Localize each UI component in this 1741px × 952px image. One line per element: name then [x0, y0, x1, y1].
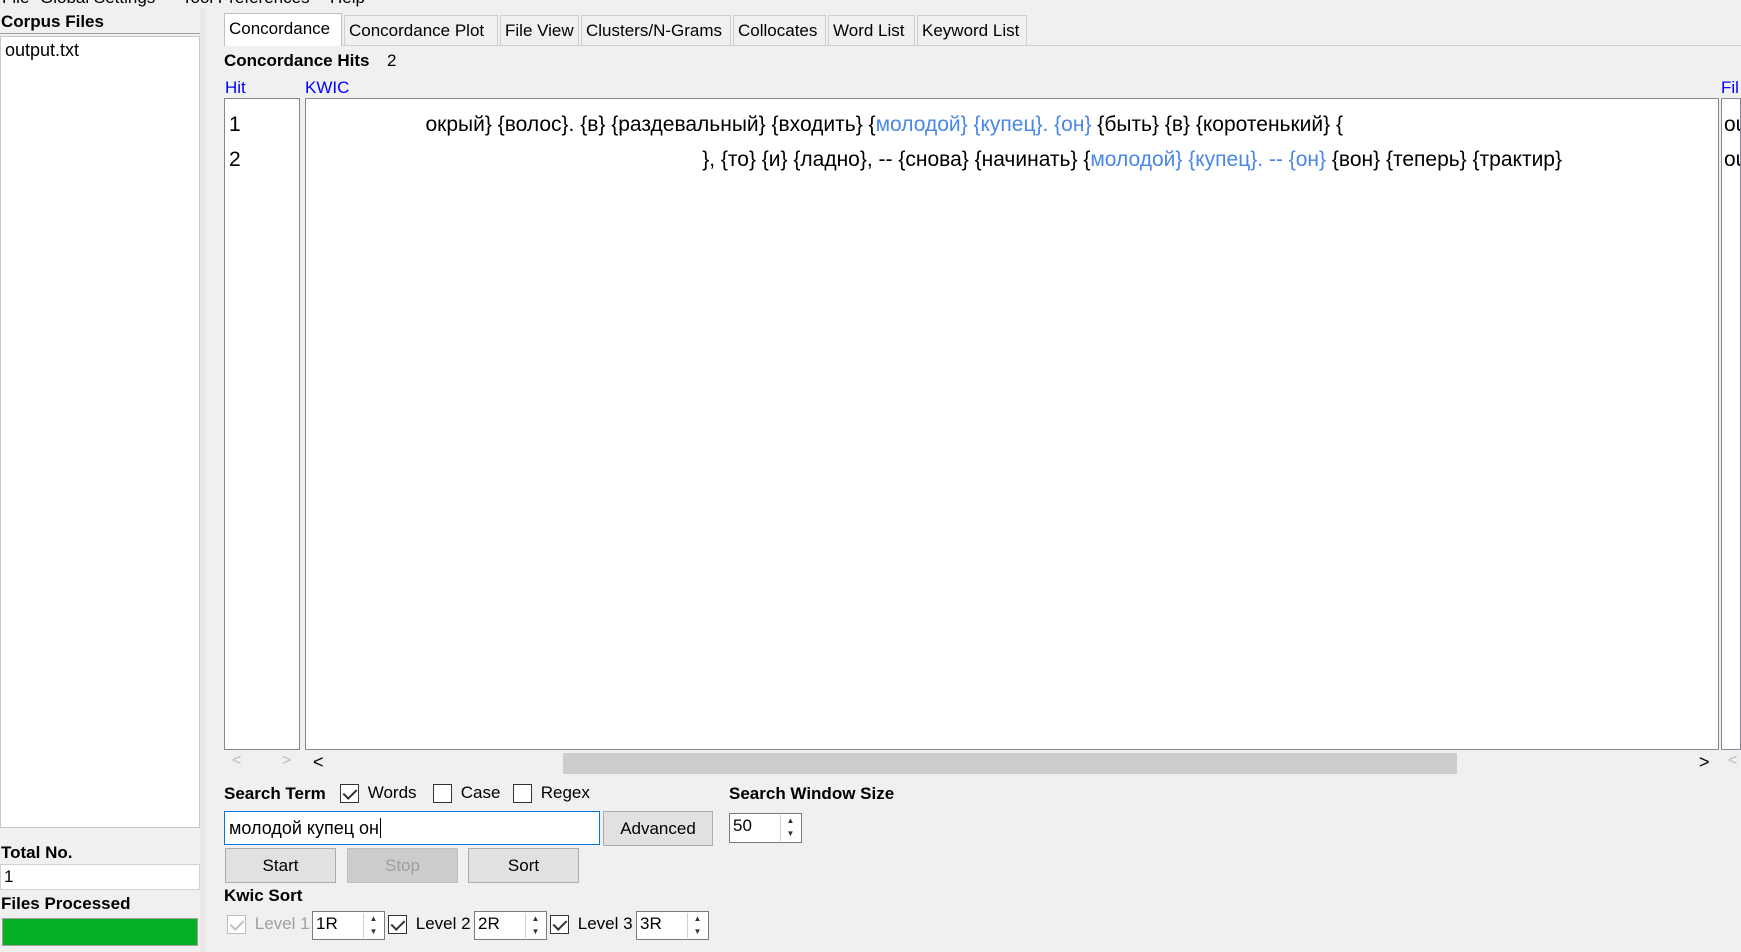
words-checkbox-group[interactable]: Words: [340, 783, 417, 804]
search-window-size-label: Search Window Size: [729, 784, 895, 803]
regex-label: Regex: [540, 783, 590, 802]
menu-bar: File Global Settings Tool Preferences He…: [0, 0, 1741, 8]
spin-up-icon[interactable]: ▲: [688, 913, 707, 926]
kwic-keyword: молодой} {купец}. -- {он}: [1090, 148, 1327, 171]
level-3-value: 3R: [640, 914, 662, 933]
level-1-spinner[interactable]: 1R ▲ ▼: [312, 911, 385, 940]
words-checkbox[interactable]: [340, 784, 359, 804]
scroll-left-icon[interactable]: <: [232, 752, 241, 770]
case-checkbox-group[interactable]: Case: [433, 783, 501, 804]
tab-keyword-list[interactable]: Keyword List: [917, 15, 1027, 45]
scroll-left-icon[interactable]: <: [313, 752, 324, 773]
corpus-file-item[interactable]: output.txt: [1, 37, 199, 64]
stop-button[interactable]: Stop: [347, 848, 458, 883]
scroll-right-icon[interactable]: >: [282, 752, 291, 770]
spin-up-icon[interactable]: ▲: [364, 913, 383, 926]
spin-down-icon[interactable]: ▼: [526, 926, 545, 939]
regex-checkbox-group[interactable]: Regex: [513, 783, 590, 804]
menu-tool-preferences[interactable]: Tool Preferences: [182, 0, 310, 8]
tab-file-view[interactable]: File View: [500, 15, 579, 45]
file-scrollbar[interactable]: <: [1726, 752, 1741, 774]
level-1-checkbox[interactable]: [227, 915, 246, 935]
scroll-left-icon[interactable]: <: [1728, 752, 1737, 770]
spin-up-icon[interactable]: ▲: [526, 913, 545, 926]
file-pane[interactable]: ou ou: [1721, 98, 1741, 750]
menu-global-settings[interactable]: Global Settings: [40, 0, 155, 8]
divider: [0, 33, 200, 34]
kwic-column-header[interactable]: KWIC: [305, 78, 349, 98]
file-cell: ou: [1724, 113, 1740, 136]
sort-level-1[interactable]: Level 1: [227, 914, 310, 935]
level-2-label: Level 2: [415, 914, 471, 933]
kwic-right-context: {быть} {в} {коротенький} {: [1091, 113, 1343, 136]
tab-collocates[interactable]: Collocates: [733, 15, 826, 45]
corpus-files-label: Corpus Files: [1, 12, 104, 31]
hit-number: 1: [229, 113, 241, 136]
concordance-hits-label: Concordance Hits: [224, 51, 370, 70]
regex-checkbox[interactable]: [513, 784, 532, 804]
sort-button[interactable]: Sort: [468, 848, 579, 883]
words-label: Words: [367, 783, 417, 802]
tab-clusters-ngrams[interactable]: Clusters/N-Grams: [581, 15, 731, 45]
hit-list-pane[interactable]: 1 2: [224, 98, 300, 750]
kwic-pane[interactable]: окрый} {волос}. {в} {раздевальный} {вход…: [305, 98, 1719, 750]
level-2-spinner[interactable]: 2R ▲ ▼: [474, 911, 547, 940]
spin-down-icon[interactable]: ▼: [364, 926, 383, 939]
tab-underline: [224, 45, 1741, 46]
hit-number: 2: [229, 148, 241, 171]
menu-file[interactable]: File: [2, 0, 29, 8]
kwic-left-context: }, {то} {и} {ладно}, -- {снова} {начинат…: [702, 148, 1091, 171]
text-cursor: [379, 818, 381, 838]
file-cell: ou: [1724, 148, 1740, 171]
scroll-right-icon[interactable]: >: [1699, 752, 1710, 773]
kwic-right-context: {вон} {теперь} {трактир}: [1326, 148, 1562, 171]
tab-word-list[interactable]: Word List: [828, 15, 915, 45]
menu-help[interactable]: Help: [330, 0, 365, 8]
search-window-size-spinner[interactable]: 50 ▲ ▼: [729, 813, 802, 843]
case-label: Case: [460, 783, 501, 802]
search-query-text: молодой купец он: [229, 818, 379, 838]
panel-splitter[interactable]: [200, 8, 206, 952]
case-checkbox[interactable]: [433, 784, 452, 804]
hit-column-header[interactable]: Hit: [225, 78, 246, 98]
level-2-value: 2R: [478, 914, 500, 933]
window-size-value: 50: [733, 816, 752, 835]
progress-fill: [3, 919, 197, 945]
total-no-value: 1: [0, 864, 200, 890]
kwic-row[interactable]: окрый} {волос}. {в} {раздевальный} {вход…: [425, 113, 1343, 137]
start-button[interactable]: Start: [225, 848, 336, 883]
hit-scrollbar[interactable]: < >: [224, 752, 300, 774]
spin-down-icon[interactable]: ▼: [781, 828, 800, 841]
level-2-checkbox[interactable]: [388, 915, 407, 935]
sort-level-2[interactable]: Level 2: [388, 914, 471, 935]
kwic-keyword: молодой} {купец}. {он}: [875, 113, 1092, 136]
kwic-scrollbar[interactable]: < >: [305, 752, 1719, 774]
corpus-files-list[interactable]: output.txt: [0, 36, 200, 828]
scroll-thumb[interactable]: [563, 753, 1457, 774]
tab-concordance[interactable]: Concordance: [224, 13, 342, 46]
kwic-sort-label: Kwic Sort: [224, 886, 303, 905]
sort-level-3[interactable]: Level 3: [550, 914, 633, 935]
advanced-button[interactable]: Advanced: [603, 811, 713, 846]
kwic-row[interactable]: }, {то} {и} {ладно}, -- {снова} {начинат…: [702, 148, 1562, 172]
level-1-value: 1R: [316, 914, 338, 933]
search-input[interactable]: молодой купец он: [224, 811, 600, 845]
level-3-spinner[interactable]: 3R ▲ ▼: [636, 911, 709, 940]
spin-up-icon[interactable]: ▲: [781, 815, 800, 828]
concordance-hits-count: 2: [387, 51, 397, 70]
kwic-left-context: окрый} {волос}. {в} {раздевальный} {вход…: [425, 113, 876, 136]
level-3-label: Level 3: [577, 914, 633, 933]
level-3-checkbox[interactable]: [550, 915, 569, 935]
total-no-label: Total No.: [1, 843, 73, 862]
level-1-label: Level 1: [254, 914, 310, 933]
file-column-header[interactable]: Fil: [1721, 78, 1739, 98]
files-processed-progress: [2, 918, 198, 946]
spin-down-icon[interactable]: ▼: [688, 926, 707, 939]
files-processed-label: Files Processed: [1, 894, 131, 913]
tab-concordance-plot[interactable]: Concordance Plot: [344, 15, 498, 45]
search-term-label: Search Term: [224, 784, 326, 803]
